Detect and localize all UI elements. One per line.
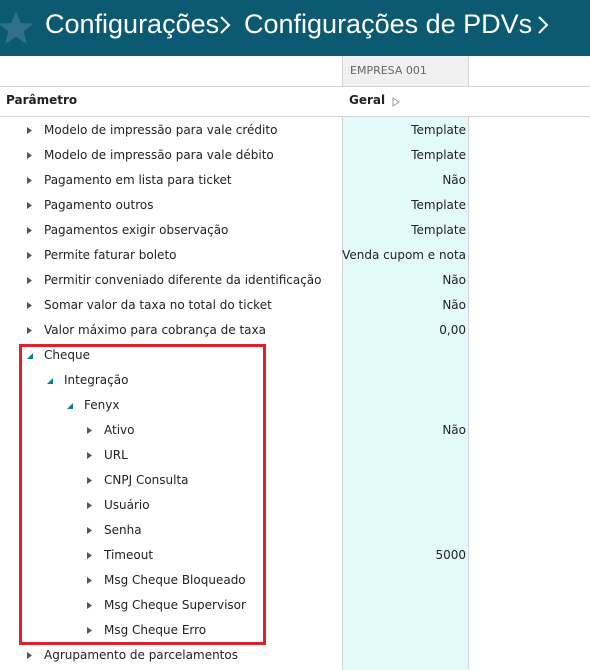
row-value[interactable]: Não [442,293,466,318]
row-label: Pagamento em lista para ticket [44,173,232,187]
row-label: Modelo de impressão para vale crédito [44,123,278,137]
row-value[interactable]: Template [411,143,466,168]
triangle-right-icon[interactable] [27,327,33,334]
tree-row[interactable]: Somar valor da taxa no total do ticket Nã… [0,293,590,318]
tree-row[interactable]: Pagamento outros Template [0,193,590,218]
triangle-right-icon[interactable] [27,177,33,184]
star-icon[interactable] [0,8,36,48]
triangle-right-icon[interactable] [27,252,33,259]
row-value[interactable]: Template [411,193,466,218]
row-label: Pagamentos exigir observação [44,223,229,237]
highlight-box [19,344,266,645]
triangle-right-icon[interactable] [27,277,33,284]
row-label: Permitir conveniado diferente da identif… [44,273,322,287]
triangle-right-icon[interactable] [27,302,33,309]
row-value[interactable]: Template [411,118,466,143]
row-value[interactable]: Não [442,268,466,293]
tree-row[interactable]: Permite faturar boleto Venda cupom e nota [0,243,590,268]
tree-row[interactable]: Valor máximo para cobrança de taxa 0,00 [0,318,590,343]
row-value[interactable]: 5000 [435,543,466,568]
triangle-right-icon[interactable] [27,127,33,134]
column-group-empresa: EMPRESA 001 [342,56,469,86]
breadcrumb-configuracoes-pdvs[interactable]: Configurações de PDVs [244,7,532,41]
row-value[interactable]: 0,00 [439,318,466,343]
row-label: Valor máximo para cobrança de taxa [44,323,266,337]
sort-arrow-icon[interactable] [392,97,400,107]
tree-row[interactable]: Modelo de impressão para vale crédito Tem… [0,118,590,143]
row-value[interactable]: Venda cupom e nota [342,243,466,268]
chevron-right-icon [220,16,231,34]
row-value[interactable]: Não [442,168,466,193]
row-label: Agrupamento de parcelamentos [44,648,238,662]
triangle-right-icon[interactable] [27,152,33,159]
page-header: Configurações Configurações de PDVs [0,0,590,56]
triangle-right-icon[interactable] [27,652,33,659]
row-value[interactable]: Não [442,418,466,443]
triangle-right-icon[interactable] [27,227,33,234]
row-label: Pagamento outros [44,198,154,212]
tree-row[interactable]: Permitir conveniado diferente da identif… [0,268,590,293]
column-header-geral[interactable]: Geral [349,93,385,107]
triangle-right-icon[interactable] [27,202,33,209]
column-header-parametro[interactable]: Parâmetro [6,93,77,107]
row-label: Permite faturar boleto [44,248,177,262]
row-value[interactable]: Template [411,218,466,243]
tree-row[interactable]: Pagamento em lista para ticket Não [0,168,590,193]
breadcrumb-configuracoes[interactable]: Configurações [45,7,219,41]
tree-row[interactable]: Modelo de impressão para vale débito Temp… [0,143,590,168]
row-label: Somar valor da taxa no total do ticket [44,298,272,312]
row-label: Modelo de impressão para vale débito [44,148,274,162]
tree-row[interactable]: Agrupamento de parcelamentos [0,643,590,668]
divider [0,86,590,87]
chevron-right-icon[interactable] [537,16,549,34]
divider [0,116,590,117]
tree-row[interactable]: Pagamentos exigir observação Template [0,218,590,243]
